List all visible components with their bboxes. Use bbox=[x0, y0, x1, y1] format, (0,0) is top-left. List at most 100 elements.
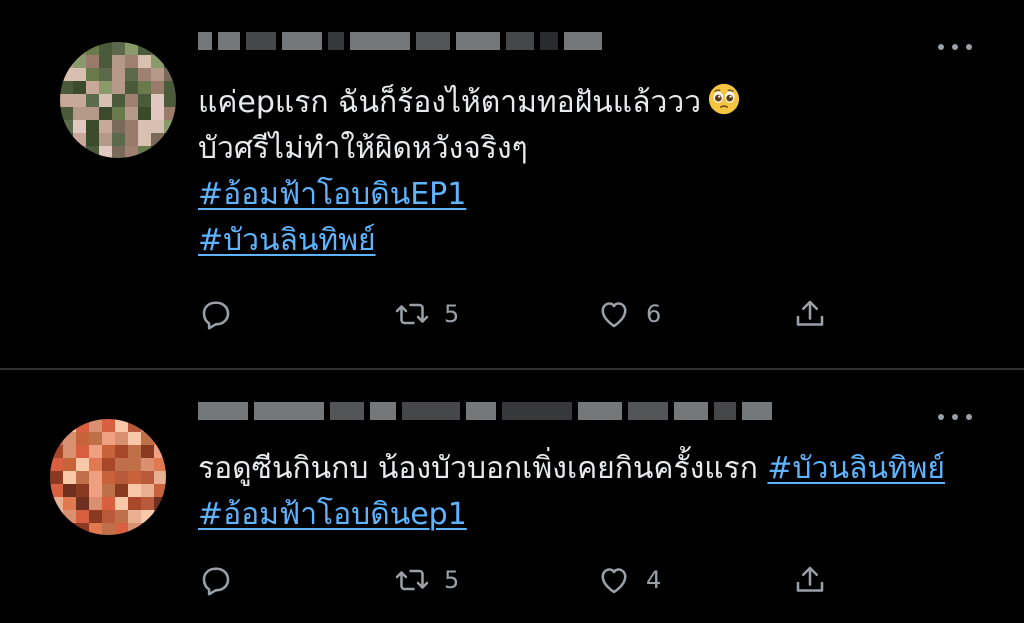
avatar-pixel bbox=[89, 484, 102, 497]
avatar-pixel bbox=[76, 523, 89, 535]
avatar-pixel bbox=[102, 458, 115, 471]
avatar-pixel bbox=[112, 55, 125, 68]
hashtag-link[interactable]: #บัวนลินทิพย์ bbox=[767, 451, 945, 486]
like-button[interactable]: 6 bbox=[596, 296, 661, 332]
avatar-pixel bbox=[86, 42, 99, 55]
avatar-pixel bbox=[50, 523, 63, 535]
avatar-pixel bbox=[89, 458, 102, 471]
avatar-pixel bbox=[112, 133, 125, 146]
avatar-pixel bbox=[63, 510, 76, 523]
retweet-count: 5 bbox=[444, 566, 460, 594]
avatar-pixel bbox=[128, 484, 141, 497]
avatar-pixel bbox=[86, 107, 99, 120]
avatar-pixel bbox=[138, 120, 151, 133]
avatar-pixel bbox=[128, 523, 141, 535]
avatar-pixel bbox=[141, 445, 154, 458]
more-dot bbox=[952, 44, 958, 50]
avatar-pixel bbox=[89, 432, 102, 445]
tweet-1[interactable]: แค่epแรก ฉันก็ร้องไห้ตามทอฝันแล้ววว บัวศ… bbox=[0, 0, 1024, 368]
avatar-pixel bbox=[86, 55, 99, 68]
avatar-pixel bbox=[125, 107, 138, 120]
avatar-pixel bbox=[151, 107, 164, 120]
avatar-pixel bbox=[164, 120, 176, 133]
avatar-pixel bbox=[89, 510, 102, 523]
retweet-button[interactable]: 5 bbox=[394, 296, 459, 332]
share-button[interactable] bbox=[792, 562, 828, 598]
reply-button[interactable] bbox=[198, 562, 234, 598]
avatar-pixel bbox=[141, 510, 154, 523]
avatar-pixel bbox=[102, 510, 115, 523]
avatar-pixel bbox=[141, 523, 154, 535]
avatar-pixel bbox=[102, 432, 115, 445]
avatar-pixelated[interactable] bbox=[50, 419, 166, 535]
share-icon bbox=[796, 300, 824, 326]
avatar-pixel bbox=[102, 419, 115, 432]
avatar-pixel bbox=[125, 68, 138, 81]
avatar-pixel bbox=[164, 81, 176, 94]
avatar-pixel bbox=[60, 55, 73, 68]
more-options-button[interactable] bbox=[938, 410, 972, 424]
more-dot bbox=[952, 414, 958, 420]
avatar-pixel bbox=[73, 68, 86, 81]
avatar-pixel bbox=[112, 146, 125, 158]
avatar-pixel bbox=[50, 419, 63, 432]
reply-button[interactable] bbox=[198, 296, 234, 332]
avatar-pixel bbox=[89, 523, 102, 535]
more-dot bbox=[966, 44, 972, 50]
share-button[interactable] bbox=[792, 296, 828, 332]
hashtag-link[interactable]: #บัวนลินทิพย์ bbox=[198, 223, 376, 258]
avatar-pixelated[interactable] bbox=[60, 42, 176, 158]
avatar-pixel bbox=[99, 68, 112, 81]
avatar-pixel bbox=[112, 120, 125, 133]
avatar-pixel bbox=[164, 68, 176, 81]
avatar-pixel bbox=[73, 94, 86, 107]
avatar-pixel bbox=[164, 107, 176, 120]
hashtag-link[interactable]: #อ้อมฟ้าโอบดินep1 bbox=[198, 497, 467, 532]
avatar-pixel bbox=[86, 68, 99, 81]
tweet-actions: 5 6 bbox=[198, 296, 858, 336]
avatar-pixel bbox=[125, 55, 138, 68]
avatar-pixel bbox=[73, 55, 86, 68]
avatar-pixel bbox=[151, 42, 164, 55]
avatar-pixel bbox=[154, 523, 166, 535]
avatar-pixel bbox=[115, 471, 128, 484]
avatar-pixel bbox=[63, 445, 76, 458]
avatar-pixel bbox=[86, 133, 99, 146]
avatar-pixel bbox=[86, 120, 99, 133]
avatar-pixel bbox=[99, 55, 112, 68]
avatar-pixel bbox=[76, 484, 89, 497]
avatar-pixel bbox=[164, 55, 176, 68]
avatar-pixel bbox=[76, 458, 89, 471]
avatar-pixel bbox=[125, 42, 138, 55]
avatar-pixel bbox=[154, 510, 166, 523]
avatar-pixel bbox=[125, 133, 138, 146]
avatar-pixel bbox=[128, 497, 141, 510]
like-button[interactable]: 4 bbox=[596, 562, 661, 598]
avatar-pixel bbox=[141, 484, 154, 497]
tweet-text-line1: แค่epแรก ฉันก็ร้องไห้ตามทอฝันแล้ววว bbox=[198, 85, 702, 120]
more-dot bbox=[938, 414, 944, 420]
avatar-pixel bbox=[73, 81, 86, 94]
retweet-button[interactable]: 5 bbox=[394, 562, 459, 598]
avatar-pixel bbox=[73, 146, 86, 158]
avatar-pixel bbox=[138, 68, 151, 81]
avatar-pixel bbox=[60, 107, 73, 120]
avatar-pixel bbox=[141, 419, 154, 432]
username-redacted bbox=[198, 32, 602, 50]
avatar-pixel bbox=[63, 432, 76, 445]
hashtag-link[interactable]: #อ้อมฟ้าโอบดินEP1 bbox=[198, 177, 466, 212]
avatar-pixel bbox=[128, 445, 141, 458]
avatar-pixel bbox=[154, 445, 166, 458]
avatar-pixel bbox=[125, 146, 138, 158]
avatar-pixel bbox=[99, 94, 112, 107]
avatar-pixel bbox=[154, 432, 166, 445]
like-count: 4 bbox=[646, 566, 662, 594]
avatar-pixel bbox=[154, 497, 166, 510]
avatar-pixel bbox=[138, 107, 151, 120]
avatar-pixel bbox=[112, 68, 125, 81]
more-options-button[interactable] bbox=[938, 40, 972, 54]
avatar-pixel bbox=[151, 68, 164, 81]
avatar-pixel bbox=[128, 419, 141, 432]
tweet-2[interactable]: รอดูซีนกินกบ น้องบัวบอกเพิ่งเคยกินครั้งแ… bbox=[0, 372, 1024, 623]
avatar-pixel bbox=[73, 120, 86, 133]
